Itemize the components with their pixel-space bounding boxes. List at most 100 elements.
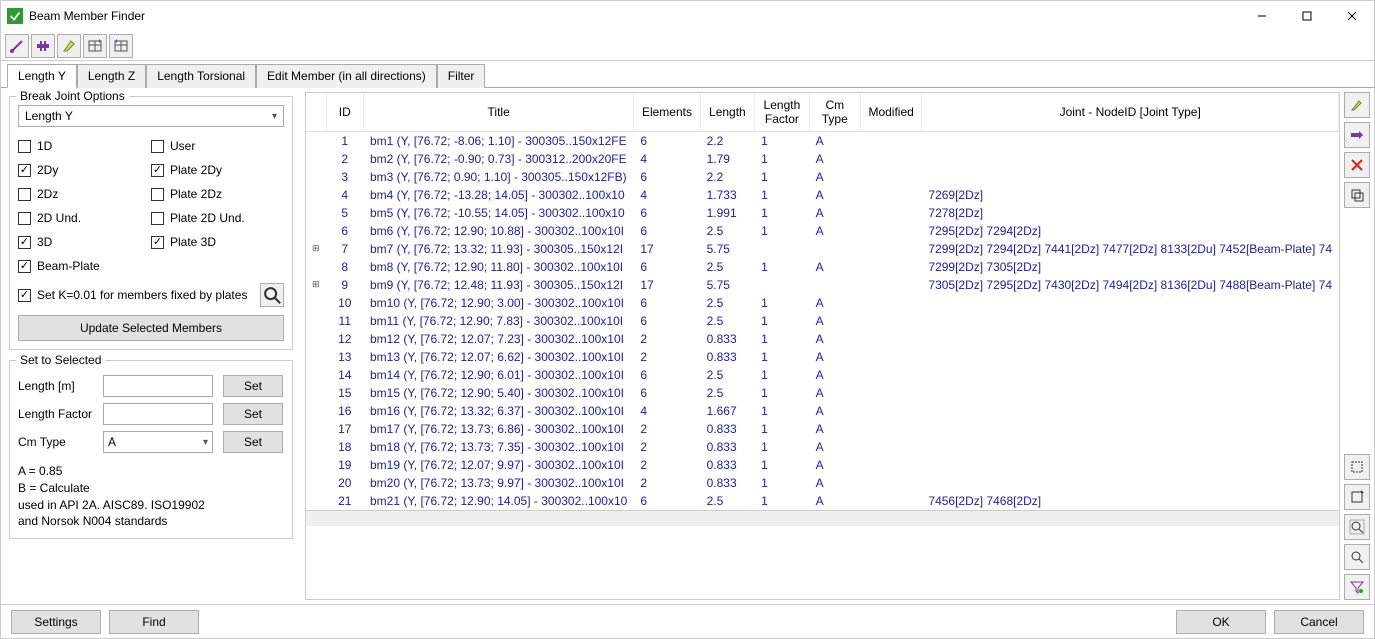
- table-row[interactable]: 4bm4 (Y, [76.72; -13.28; 14.05] - 300302…: [306, 186, 1339, 204]
- filter-tool-button[interactable]: [1344, 574, 1370, 600]
- check-2dz[interactable]: 2Dz: [18, 187, 151, 201]
- toolbar-btn-2[interactable]: [31, 34, 55, 58]
- select-box-button[interactable]: [1344, 454, 1370, 480]
- update-selected-button[interactable]: Update Selected Members: [18, 315, 284, 341]
- check-2d-und-[interactable]: 2D Und.: [18, 211, 151, 225]
- copy-stack-button[interactable]: [1344, 182, 1370, 208]
- cancel-button[interactable]: Cancel: [1274, 610, 1364, 634]
- grid-scroll[interactable]: ID Title Elements Length Length Factor C…: [305, 92, 1340, 600]
- table-row[interactable]: 13bm13 (Y, [76.72; 12.07; 6.62] - 300302…: [306, 348, 1339, 366]
- table-row[interactable]: 2bm2 (Y, [76.72; -0.90; 0.73] - 300312..…: [306, 150, 1339, 168]
- length-factor-input[interactable]: [103, 403, 213, 425]
- table-row[interactable]: ⊞9bm9 (Y, [76.72; 12.48; 11.93] - 300305…: [306, 276, 1339, 294]
- tab-edit-member-in-all-directions-[interactable]: Edit Member (in all directions): [256, 64, 437, 88]
- magnify-icon-button[interactable]: [260, 283, 284, 307]
- toolbar-btn-table-2[interactable]: [109, 34, 133, 58]
- settings-button[interactable]: Settings: [11, 610, 101, 634]
- table-row[interactable]: 11bm11 (Y, [76.72; 12.90; 7.83] - 300302…: [306, 312, 1339, 330]
- checkbox-icon[interactable]: [18, 140, 31, 153]
- table-row[interactable]: 6bm6 (Y, [76.72; 12.90; 10.88] - 300302.…: [306, 222, 1339, 240]
- length-label: Length [m]: [18, 379, 103, 393]
- toolbar-btn-highlight[interactable]: [57, 34, 81, 58]
- checkbox-icon[interactable]: [151, 236, 164, 249]
- expand-icon: [306, 294, 326, 312]
- table-row[interactable]: 20bm20 (Y, [76.72; 13.73; 9.97] - 300302…: [306, 474, 1339, 492]
- delete-x-button[interactable]: [1344, 152, 1370, 178]
- check-user[interactable]: User: [151, 139, 284, 153]
- horizontal-scrollbar[interactable]: [306, 510, 1339, 526]
- expand-icon[interactable]: ⊞: [306, 276, 326, 294]
- table-row[interactable]: 15bm15 (Y, [76.72; 12.90; 5.40] - 300302…: [306, 384, 1339, 402]
- app-icon: [7, 8, 23, 24]
- toolbar-btn-1[interactable]: [5, 34, 29, 58]
- expand-icon: [306, 186, 326, 204]
- table-row[interactable]: 19bm19 (Y, [76.72; 12.07; 9.97] - 300302…: [306, 456, 1339, 474]
- link-right-button[interactable]: [1344, 122, 1370, 148]
- col-modified[interactable]: Modified: [860, 93, 922, 131]
- edit-pencil-button[interactable]: [1344, 92, 1370, 118]
- check-2dy[interactable]: 2Dy: [18, 163, 151, 177]
- table-row[interactable]: ⊞7bm7 (Y, [76.72; 13.32; 11.93] - 300305…: [306, 240, 1339, 258]
- col-title[interactable]: Title: [364, 93, 634, 131]
- expand-icon: [306, 348, 326, 366]
- col-id[interactable]: ID: [326, 93, 363, 131]
- tab-length-z[interactable]: Length Z: [77, 64, 146, 88]
- check-plate-2d-und-[interactable]: Plate 2D Und.: [151, 211, 284, 225]
- chevron-down-icon: ▾: [203, 437, 208, 448]
- table-row[interactable]: 18bm18 (Y, [76.72; 13.73; 7.35] - 300302…: [306, 438, 1339, 456]
- tab-filter[interactable]: Filter: [437, 64, 486, 88]
- check-plate-2dy[interactable]: Plate 2Dy: [151, 163, 284, 177]
- toolbar-btn-table-1[interactable]: [83, 34, 107, 58]
- check-plate-2dz[interactable]: Plate 2Dz: [151, 187, 284, 201]
- checkbox-icon[interactable]: [18, 236, 31, 249]
- k-checkbox[interactable]: [18, 289, 31, 302]
- chevron-down-icon: ▾: [272, 111, 277, 122]
- table-row[interactable]: 5bm5 (Y, [76.72; -10.55; 14.05] - 300302…: [306, 204, 1339, 222]
- set-length-button[interactable]: Set: [223, 375, 283, 397]
- maximize-button[interactable]: [1284, 1, 1329, 31]
- checkbox-icon[interactable]: [151, 164, 164, 177]
- table-row[interactable]: 17bm17 (Y, [76.72; 13.73; 6.86] - 300302…: [306, 420, 1339, 438]
- expand-icon: [306, 204, 326, 222]
- expand-icon[interactable]: ⊞: [306, 240, 326, 258]
- zoom-box-button[interactable]: [1344, 514, 1370, 540]
- cm-type-combo-value: A: [108, 435, 116, 449]
- table-row[interactable]: 16bm16 (Y, [76.72; 13.32; 6.37] - 300302…: [306, 402, 1339, 420]
- check-plate-3d[interactable]: Plate 3D: [151, 235, 284, 249]
- check-1d[interactable]: 1D: [18, 139, 151, 153]
- checkbox-icon[interactable]: [151, 140, 164, 153]
- checkbox-icon[interactable]: [18, 212, 31, 225]
- table-row[interactable]: 1bm1 (Y, [76.72; -8.06; 1.10] - 300305..…: [306, 131, 1339, 150]
- tab-length-torsional[interactable]: Length Torsional: [146, 64, 256, 88]
- col-length[interactable]: Length: [700, 93, 755, 131]
- tab-length-y[interactable]: Length Y: [7, 64, 77, 88]
- set-cm-button[interactable]: Set: [223, 431, 283, 453]
- table-row[interactable]: 3bm3 (Y, [76.72; 0.90; 1.10] - 300305..1…: [306, 168, 1339, 186]
- col-cm-type[interactable]: Cm Type: [809, 93, 860, 131]
- find-button[interactable]: Find: [109, 610, 199, 634]
- table-row[interactable]: 10bm10 (Y, [76.72; 12.90; 3.00] - 300302…: [306, 294, 1339, 312]
- checkbox-icon[interactable]: [18, 188, 31, 201]
- checkbox-icon[interactable]: [18, 164, 31, 177]
- table-row[interactable]: 14bm14 (Y, [76.72; 12.90; 6.01] - 300302…: [306, 366, 1339, 384]
- table-row[interactable]: 12bm12 (Y, [76.72; 12.07; 7.23] - 300302…: [306, 330, 1339, 348]
- check-3d[interactable]: 3D: [18, 235, 151, 249]
- checkbox-icon[interactable]: [18, 260, 31, 273]
- length-input[interactable]: [103, 375, 213, 397]
- ok-button[interactable]: OK: [1176, 610, 1266, 634]
- col-joint[interactable]: Joint - NodeID [Joint Type]: [922, 93, 1339, 131]
- close-button[interactable]: [1329, 1, 1374, 31]
- table-row[interactable]: 8bm8 (Y, [76.72; 12.90; 11.80] - 300302.…: [306, 258, 1339, 276]
- zoom-fit-button[interactable]: [1344, 544, 1370, 570]
- set-lf-button[interactable]: Set: [223, 403, 283, 425]
- minimize-button[interactable]: [1239, 1, 1284, 31]
- break-joint-combo[interactable]: Length Y ▾: [18, 105, 284, 127]
- cm-type-combo[interactable]: A ▾: [103, 431, 213, 453]
- checkbox-icon[interactable]: [151, 188, 164, 201]
- check-beam-plate[interactable]: Beam-Plate: [18, 259, 151, 273]
- col-elements[interactable]: Elements: [634, 93, 700, 131]
- checkbox-icon[interactable]: [151, 212, 164, 225]
- col-length-factor[interactable]: Length Factor: [755, 93, 810, 131]
- table-row[interactable]: 21bm21 (Y, [76.72; 12.90; 14.05] - 30030…: [306, 492, 1339, 510]
- expand-box-button[interactable]: [1344, 484, 1370, 510]
